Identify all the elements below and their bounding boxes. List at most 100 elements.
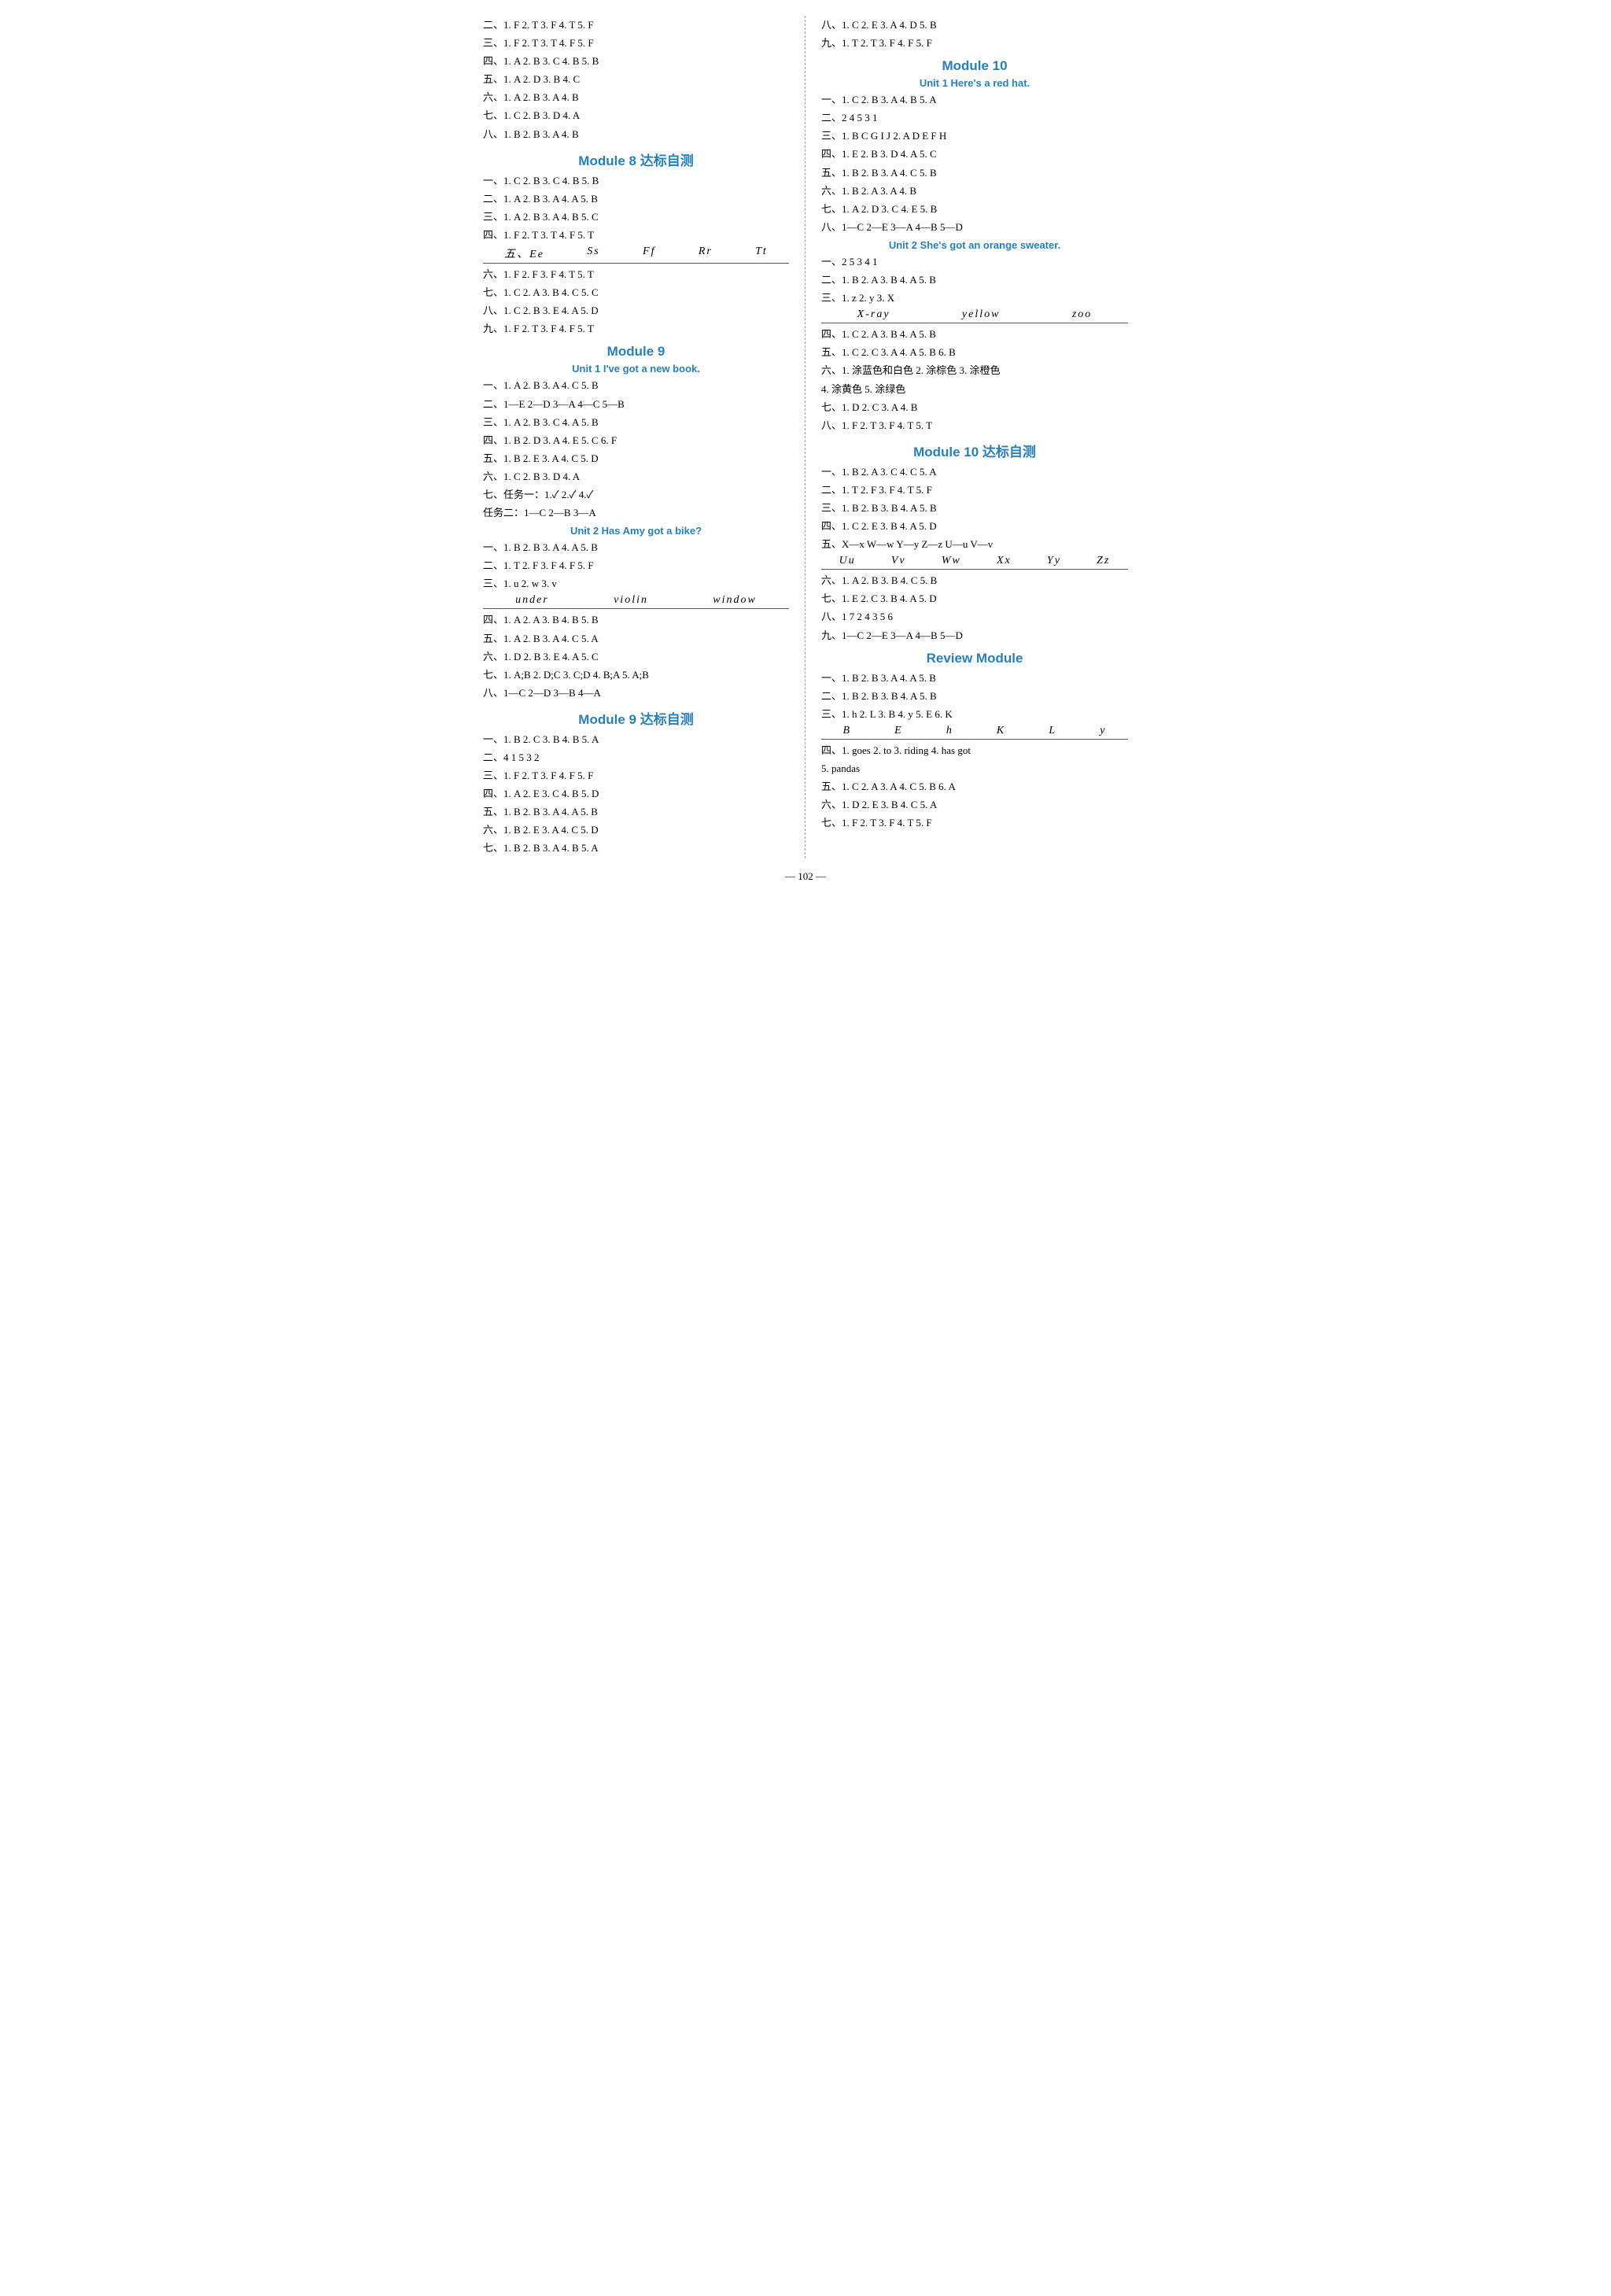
answer-line: 七、1. D 2. C 3. A 4. B: [821, 399, 1128, 416]
answer-line: 七、任务一：1.✓ 2.✓ 4.✓: [483, 486, 789, 504]
answer-line: 五、X—x W—w Y—y Z—z U—u V—v: [821, 536, 1128, 553]
answer-line: 二、1—E 2—D 3—A 4—C 5—B: [483, 396, 789, 413]
answer-line: 三、1. B C G I J 2. A D E F H: [821, 127, 1128, 145]
module-title: Module 10: [821, 58, 1128, 74]
underline-word: L: [1049, 725, 1056, 737]
answer-line: 四、1. A 2. B 3. C 4. B 5. B: [483, 53, 789, 70]
answer-line: 七、1. B 2. B 3. A 4. B 5. A: [483, 840, 789, 857]
answer-line: 八、1. C 2. B 3. E 4. A 5. D: [483, 302, 789, 319]
answer-line: 六、1. D 2. B 3. E 4. A 5. C: [483, 648, 789, 666]
answer-line: 八、1. B 2. B 3. A 4. B: [483, 126, 789, 143]
answer-line: 七、1. F 2. T 3. F 4. T 5. F: [821, 814, 1128, 832]
answer-line: 三、1. F 2. T 3. T 4. F 5. F: [483, 35, 789, 52]
answer-line: 一、1. B 2. B 3. A 4. A 5. B: [821, 670, 1128, 687]
answer-line: 五、1. B 2. B 3. A 4. C 5. B: [821, 164, 1128, 182]
answer-line: 二、1. T 2. F 3. F 4. F 5. F: [483, 557, 789, 574]
answer-line: 二、1. F 2. T 3. F 4. T 5. F: [483, 17, 789, 34]
answer-line: 三、1. z 2. y 3. X: [821, 290, 1128, 307]
answer-line: 六、1. A 2. B 3. B 4. C 5. B: [821, 572, 1128, 589]
underline-word: under: [515, 594, 549, 607]
answer-line: 七、1. C 2. B 3. D 4. A: [483, 107, 789, 124]
answer-line: 九、1. T 2. T 3. F 4. F 5. F: [821, 35, 1128, 52]
answer-line: 三、1. A 2. B 3. C 4. A 5. B: [483, 414, 789, 431]
answer-line: 一、1. B 2. C 3. B 4. B 5. A: [483, 731, 789, 748]
answer-line: 七、1. A 2. D 3. C 4. E 5. B: [821, 201, 1128, 218]
unit-title: Unit 2 She's got an orange sweater.: [821, 239, 1128, 251]
underline-word: violin: [614, 594, 648, 607]
underline-word: zoo: [1072, 308, 1092, 321]
answer-line: 六、1. B 2. A 3. A 4. B: [821, 183, 1128, 200]
module-title: Module 9: [483, 344, 789, 360]
answer-line: 六、1. C 2. B 3. D 4. A: [483, 468, 789, 485]
answer-line: 四、1. A 2. E 3. C 4. B 5. D: [483, 785, 789, 803]
answer-line: 三、1. u 2. w 3. v: [483, 575, 789, 592]
underline-word: Zz: [1097, 555, 1110, 567]
answer-line: 二、1. T 2. F 3. F 4. T 5. F: [821, 482, 1128, 499]
underline-word: Rr: [699, 245, 713, 261]
answer-line: 5. pandas: [821, 760, 1128, 777]
answer-line: 二、1. B 2. B 3. B 4. A 5. B: [821, 688, 1128, 705]
underline-word: Ss: [587, 245, 599, 261]
answer-line: 五、1. B 2. B 3. A 4. A 5. B: [483, 803, 789, 821]
answer-line: 一、1. C 2. B 3. C 4. B 5. B: [483, 172, 789, 190]
answer-line: 三、1. B 2. B 3. B 4. A 5. B: [821, 500, 1128, 517]
underline-row: BEhKLy: [821, 725, 1128, 740]
underline-word: y: [1100, 725, 1106, 737]
answer-line: 四、1. E 2. B 3. D 4. A 5. C: [821, 146, 1128, 163]
answer-line: 四、1. B 2. D 3. A 4. E 5. C 6. F: [483, 432, 789, 449]
answer-line: 七、1. A;B 2. D;C 3. C;D 4. B;A 5. A;B: [483, 666, 789, 684]
answer-line: 二、4 1 5 3 2: [483, 749, 789, 766]
answer-line: 二、2 4 5 3 1: [821, 109, 1128, 127]
underline-word: Ff: [643, 245, 655, 261]
underline-row: Uu Vv Ww Xx Yy Zz: [821, 555, 1128, 570]
answer-line: 八、1—C 2—D 3—B 4—A: [483, 685, 789, 702]
answer-line: 一、2 5 3 4 1: [821, 253, 1128, 271]
unit-title: Unit 1 I've got a new book.: [483, 363, 789, 375]
answer-line: 四、1. F 2. T 3. T 4. F 5. T: [483, 227, 789, 244]
answer-line: 一、1. B 2. B 3. A 4. A 5. B: [483, 539, 789, 556]
module-title: Review Module: [821, 651, 1128, 666]
answer-line: 五、1. A 2. D 3. B 4. C: [483, 71, 789, 88]
answer-line: 一、1. C 2. B 3. A 4. B 5. A: [821, 91, 1128, 109]
answer-line: 五、1. B 2. E 3. A 4. C 5. D: [483, 450, 789, 467]
answer-line: 四、1. A 2. A 3. B 4. B 5. B: [483, 611, 789, 629]
underline-row: 五、Ee Ss Ff Rr Tt: [483, 245, 789, 264]
underline-word: Uu: [839, 555, 856, 567]
answer-line: 二、1. A 2. B 3. A 4. A 5. B: [483, 190, 789, 208]
answer-line: 五、1. A 2. B 3. A 4. C 5. A: [483, 630, 789, 648]
module-title: Module 8 达标自测: [483, 149, 789, 169]
underline-word: Ww: [942, 555, 961, 567]
answer-line: 六、1. A 2. B 3. A 4. B: [483, 89, 789, 106]
left-column: 二、1. F 2. T 3. F 4. T 5. F三、1. F 2. T 3.…: [475, 16, 806, 858]
answer-line: 九、1. F 2. T 3. F 4. F 5. T: [483, 320, 789, 338]
answer-line: 四、1. C 2. A 3. B 4. A 5. B: [821, 326, 1128, 343]
answer-line: 六、1. 涂蓝色和白色 2. 涂棕色 3. 涂橙色: [821, 362, 1128, 379]
answer-line: 七、1. C 2. A 3. B 4. C 5. C: [483, 284, 789, 301]
underline-word: Tt: [755, 245, 768, 261]
unit-title: Unit 1 Here's a red hat.: [821, 77, 1128, 89]
answer-line: 八、1—C 2—E 3—A 4—B 5—D: [821, 219, 1128, 236]
right-column: 八、1. C 2. E 3. A 4. D 5. B九、1. T 2. T 3.…: [806, 16, 1136, 858]
answer-line: 七、1. E 2. C 3. B 4. A 5. D: [821, 590, 1128, 607]
module-title: Module 10 达标自测: [821, 441, 1128, 460]
answer-line: 4. 涂黄色 5. 涂绿色: [821, 381, 1128, 398]
answer-line: 四、1. goes 2. to 3. riding 4. has got: [821, 742, 1128, 759]
answer-line: 九、1—C 2—E 3—A 4—B 5—D: [821, 627, 1128, 644]
answer-line: 四、1. C 2. E 3. B 4. A 5. D: [821, 518, 1128, 535]
underline-word: B: [843, 725, 852, 737]
underline-word: Vv: [891, 555, 906, 567]
underline-row: underviolinwindow: [483, 594, 789, 609]
underline-word: Yy: [1047, 555, 1061, 567]
underline-row: X-rayyellowzoo: [821, 308, 1128, 323]
answer-line: 八、1. F 2. T 3. F 4. T 5. T: [821, 417, 1128, 434]
answer-line: 六、1. B 2. E 3. A 4. C 5. D: [483, 821, 789, 839]
answer-line: 三、1. F 2. T 3. F 4. F 5. F: [483, 767, 789, 784]
underline-word: K: [997, 725, 1005, 737]
answer-line: 三、1. A 2. B 3. A 4. B 5. C: [483, 209, 789, 226]
underline-word: Xx: [997, 555, 1012, 567]
answer-line: 五、1. C 2. A 3. A 4. C 5. B 6. A: [821, 778, 1128, 795]
answer-line: 一、1. B 2. A 3. C 4. C 5. A: [821, 463, 1128, 481]
page: 二、1. F 2. T 3. F 4. T 5. F三、1. F 2. T 3.…: [475, 16, 1136, 858]
underline-word: 五、Ee: [504, 245, 544, 261]
underline-word: h: [946, 725, 953, 737]
